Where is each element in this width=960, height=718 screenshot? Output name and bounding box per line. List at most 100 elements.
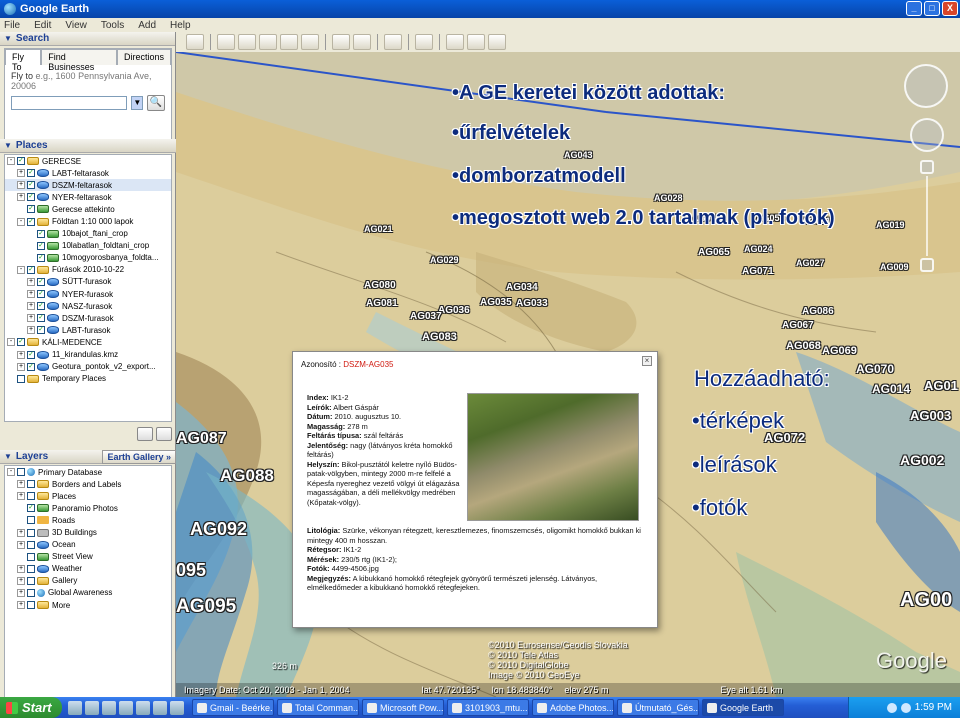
zoom-out-button[interactable]	[920, 258, 934, 272]
tree-item[interactable]: + Global Awareness	[5, 587, 171, 599]
maximize-button[interactable]: □	[924, 1, 940, 16]
record-tour-button[interactable]	[301, 34, 319, 50]
earth-gallery-button[interactable]: Earth Gallery »	[102, 450, 176, 464]
map-placemark-label[interactable]: AG069	[822, 345, 857, 357]
map-placemark-label[interactable]: AG002	[900, 452, 944, 468]
tree-item[interactable]: - ✓ KÁLI-MEDENCE	[5, 336, 171, 348]
map-placemark-label[interactable]: AG00	[900, 589, 952, 612]
tree-item[interactable]: ✓ Panoramio Photos	[5, 502, 171, 514]
expand-icon[interactable]: +	[17, 601, 25, 610]
tree-item[interactable]: + Places	[5, 490, 171, 502]
expand-icon[interactable]: +	[17, 540, 25, 549]
tree-item[interactable]: + ✓ LABT-feltarasok	[5, 167, 171, 179]
tree-item[interactable]: ✓ 10mogyorosbanya_foldta...	[5, 252, 171, 264]
visibility-checkbox[interactable]	[27, 576, 35, 585]
map-placemark-label[interactable]: AG080	[364, 280, 396, 291]
map-placemark-label[interactable]: AG019	[876, 220, 905, 230]
map-placemark-label[interactable]: AG037	[410, 311, 442, 322]
expand-icon[interactable]: +	[17, 193, 25, 202]
tray-icon[interactable]	[886, 702, 897, 713]
map-placemark-label[interactable]: 095	[176, 560, 206, 581]
visibility-checkbox[interactable]: ✓	[27, 169, 35, 178]
visibility-checkbox[interactable]: ✓	[17, 157, 25, 166]
quick-launch-icon[interactable]	[85, 700, 99, 715]
map-view[interactable]: AG043 AG028 AG045 AG055 AG051 AG019 AG02…	[176, 52, 960, 697]
tree-item[interactable]: + ✓ NYER-furasok	[5, 288, 171, 300]
visibility-checkbox[interactable]: ✓	[27, 362, 35, 371]
add-placemark-button[interactable]	[217, 34, 235, 50]
menu-file[interactable]: File	[4, 20, 20, 31]
visibility-checkbox[interactable]: ✓	[37, 241, 45, 250]
map-placemark-label[interactable]: AG095	[176, 596, 236, 618]
map-placemark-label[interactable]: AG043	[564, 150, 593, 160]
hide-sidebar-button[interactable]	[186, 34, 204, 50]
map-placemark-label[interactable]: AG081	[366, 298, 398, 309]
map-placemark-label[interactable]: AG027	[796, 258, 825, 268]
map-placemark-label[interactable]: AG071	[742, 266, 774, 277]
sunlight-button[interactable]	[353, 34, 371, 50]
visibility-checkbox[interactable]: ✓	[37, 229, 45, 238]
tree-item[interactable]: + ✓ NASZ-furasok	[5, 300, 171, 312]
map-placemark-label[interactable]: AG035	[480, 297, 512, 308]
menu-view[interactable]: View	[65, 20, 87, 31]
map-placemark-label[interactable]: AG028	[654, 193, 683, 203]
add-polygon-button[interactable]	[238, 34, 256, 50]
tree-item[interactable]: Temporary Places	[5, 373, 171, 385]
map-placemark-label[interactable]: AG086	[802, 306, 834, 317]
tab-find-businesses[interactable]: Find Businesses	[41, 49, 117, 72]
map-placemark-label[interactable]: AG034	[506, 282, 538, 293]
visibility-checkbox[interactable]	[17, 374, 25, 383]
visibility-checkbox[interactable]	[27, 492, 35, 501]
tree-item[interactable]: ✓ 10labatlan_foldtani_crop	[5, 240, 171, 252]
expand-icon[interactable]: +	[17, 588, 25, 597]
tree-item[interactable]: - ✓ GERECSE	[5, 155, 171, 167]
visibility-checkbox[interactable]	[27, 516, 35, 525]
quick-launch-icon[interactable]	[119, 700, 133, 715]
map-placemark-label[interactable]: AG029	[430, 255, 459, 265]
visibility-checkbox[interactable]	[27, 528, 35, 537]
search-section-header[interactable]: ▼ Search	[0, 32, 175, 46]
tree-item[interactable]: - ✓ Földtan 1:10 000 lapok	[5, 215, 171, 227]
visibility-checkbox[interactable]: ✓	[17, 338, 25, 347]
menu-add[interactable]: Add	[138, 20, 156, 31]
taskbar-button[interactable]: Google Earth	[702, 699, 784, 716]
tree-item[interactable]: + Ocean	[5, 539, 171, 551]
map-placemark-label[interactable]: AG01	[924, 378, 958, 393]
collapse-icon[interactable]: -	[7, 468, 15, 477]
expand-icon[interactable]: +	[17, 181, 25, 190]
expand-icon[interactable]: +	[17, 362, 25, 371]
expand-icon[interactable]: +	[17, 480, 25, 489]
collapse-icon[interactable]: -	[17, 265, 25, 274]
tree-item[interactable]: + ✓ SÜTT-furasok	[5, 276, 171, 288]
visibility-checkbox[interactable]: ✓	[27, 350, 35, 359]
collapse-icon[interactable]: -	[17, 217, 25, 226]
collapse-icon[interactable]: -	[7, 338, 15, 347]
taskbar-button[interactable]: Total Comman...	[277, 699, 359, 716]
taskbar-button[interactable]: Gmail - Beérke...	[192, 699, 274, 716]
visibility-checkbox[interactable]: ✓	[27, 504, 35, 513]
tree-item[interactable]: + Borders and Labels	[5, 478, 171, 490]
map-placemark-label[interactable]: AG067	[782, 320, 814, 331]
tree-item[interactable]: + ✓ Geotura_pontok_v2_export...	[5, 361, 171, 373]
move-control[interactable]	[910, 118, 944, 152]
zoom-slider[interactable]	[926, 176, 928, 256]
expand-icon[interactable]: +	[17, 528, 25, 537]
map-placemark-label[interactable]: AG092	[190, 519, 247, 540]
tree-item[interactable]: - ✓ Fúrások 2010-10-22	[5, 264, 171, 276]
tree-item[interactable]: ✓ Gerecse attekinto	[5, 203, 171, 215]
tab-directions[interactable]: Directions	[116, 49, 171, 65]
tree-item[interactable]: + ✓ NYER-feltarasok	[5, 191, 171, 203]
taskbar-button[interactable]: Adobe Photos...	[532, 699, 614, 716]
map-placemark-label[interactable]: AG083	[422, 331, 457, 343]
tree-item[interactable]: + ✓ DSZM-feltarasok	[5, 179, 171, 192]
visibility-checkbox[interactable]: ✓	[27, 205, 35, 214]
tree-item[interactable]: ✓ 10bajot_ftani_crop	[5, 228, 171, 240]
add-image-overlay-button[interactable]	[280, 34, 298, 50]
quick-launch-icon[interactable]	[102, 700, 116, 715]
tree-item[interactable]: + Weather	[5, 563, 171, 575]
map-placemark-label[interactable]: AG068	[786, 340, 821, 352]
expand-icon[interactable]: +	[27, 277, 35, 286]
visibility-checkbox[interactable]: ✓	[37, 253, 45, 262]
view-in-maps-button[interactable]	[488, 34, 506, 50]
tree-item[interactable]: Street View	[5, 551, 171, 563]
